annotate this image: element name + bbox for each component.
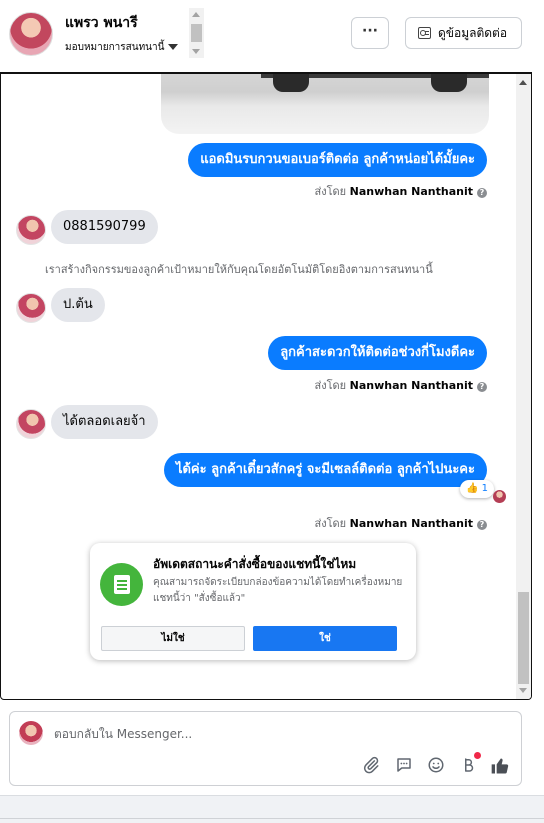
outgoing-message[interactable]: ได้ค่ะ ลูกค้าเดี๋ยวสักครู่ จะมีเซลล์ติดต…	[163, 453, 487, 487]
car-wheel-shape	[273, 74, 309, 92]
info-icon[interactable]: ?	[477, 188, 487, 198]
contact-mini-avatar[interactable]	[16, 215, 46, 245]
header-scrollbar[interactable]	[189, 8, 204, 58]
seen-by-avatar	[493, 490, 506, 503]
saved-reply-icon[interactable]	[394, 756, 414, 776]
chat-thread: แอดมินรบกวนขอเบอร์ติดต่อ ลูกค้าหน่อยได้ม…	[0, 72, 532, 700]
like-icon[interactable]	[490, 756, 510, 776]
sender-name: Nanwhan Nanthanit	[349, 185, 473, 198]
view-contact-button[interactable]: ดูข้อมูลติดต่อ	[405, 17, 522, 49]
status-card-description: คุณสามารถจัดระเบียบกล่องข้อความได้โดยทำเ…	[153, 577, 403, 604]
yes-button[interactable]: ใช่	[253, 626, 397, 651]
contact-mini-avatar[interactable]	[16, 293, 46, 323]
page-avatar	[19, 721, 43, 745]
contact-name[interactable]: แพรว พนารี	[65, 12, 138, 34]
contact-mini-avatar[interactable]	[16, 409, 46, 439]
emoji-icon[interactable]	[426, 756, 446, 776]
info-icon[interactable]: ?	[477, 382, 487, 392]
conversation-header: แพรว พนารี มอบหมายการสนทนานี้ ··· ดูข้อม…	[0, 0, 544, 70]
payment-icon[interactable]	[458, 756, 478, 776]
outgoing-message[interactable]: แอดมินรบกวนขอเบอร์ติดต่อ ลูกค้าหน่อยได้ม…	[188, 143, 487, 177]
chat-scrollbar[interactable]	[516, 74, 531, 699]
incoming-message[interactable]: ป.ต้น	[51, 288, 105, 322]
scrollbar-thumb[interactable]	[518, 592, 529, 684]
thumbs-up-reaction-icon: 👍	[466, 483, 479, 494]
reaction-badge[interactable]: 👍 1	[460, 480, 495, 498]
info-icon[interactable]: ?	[477, 520, 487, 530]
notification-dot	[474, 752, 481, 759]
scrollbar-thumb[interactable]	[191, 24, 202, 42]
order-status-prompt-card: อัพเดตสถานะคำสั่งซื้อของแชทนี้ใช่ไหม คุณ…	[90, 543, 416, 660]
outgoing-message[interactable]: ลูกค้าสะดวกให้ติดต่อช่วงกี่โมงดีคะ	[268, 336, 487, 370]
sent-by-prefix: ส่งโดย	[314, 517, 347, 530]
reaction-count: 1	[481, 483, 489, 494]
sent-by-label: ส่งโดย Nanwhan Nanthanit?	[315, 376, 487, 394]
car-photo-attachment[interactable]	[161, 74, 489, 134]
bottom-edge	[0, 795, 544, 823]
scroll-down-arrow-icon[interactable]	[519, 688, 527, 693]
sent-by-label: ส่งโดย Nanwhan Nanthanit?	[315, 514, 487, 532]
assign-label: มอบหมายการสนทนานี้	[65, 42, 165, 53]
avatar[interactable]	[9, 12, 53, 56]
paperclip-icon[interactable]	[361, 756, 381, 776]
caret-down-icon	[168, 44, 179, 50]
sent-by-prefix: ส่งโดย	[314, 379, 347, 392]
scroll-down-arrow-icon[interactable]	[192, 49, 200, 54]
system-note: เราสร้างกิจกรรมของลูกค้าเป้าหมายให้กับคุ…	[45, 263, 433, 276]
scroll-up-arrow-icon[interactable]	[519, 80, 527, 85]
scroll-up-arrow-icon[interactable]	[192, 12, 200, 17]
order-receipt-icon	[100, 563, 143, 606]
no-button[interactable]: ไม่ใช่	[101, 626, 245, 651]
incoming-message[interactable]: ได้ตลอดเลยจ้า	[51, 405, 158, 439]
reply-input[interactable]	[54, 725, 474, 743]
sent-by-label: ส่งโดย Nanwhan Nanthanit?	[315, 182, 487, 200]
incoming-message[interactable]: 0881590799	[51, 210, 158, 244]
assign-conversation-dropdown[interactable]: มอบหมายการสนทนานี้	[65, 40, 179, 55]
sender-name: Nanwhan Nanthanit	[349, 379, 473, 392]
more-options-button[interactable]: ···	[351, 17, 389, 49]
status-card-title: อัพเดตสถานะคำสั่งซื้อของแชทนี้ใช่ไหม	[153, 557, 357, 571]
message-composer	[9, 711, 522, 786]
sender-name: Nanwhan Nanthanit	[349, 517, 473, 530]
sent-by-prefix: ส่งโดย	[314, 185, 347, 198]
contact-card-icon	[418, 27, 431, 39]
car-wheel-shape	[431, 74, 467, 92]
view-contact-label: ดูข้อมูลติดต่อ	[438, 26, 508, 40]
messenger-inbox-panel: แพรว พนารี มอบหมายการสนทนานี้ ··· ดูข้อม…	[0, 0, 544, 823]
